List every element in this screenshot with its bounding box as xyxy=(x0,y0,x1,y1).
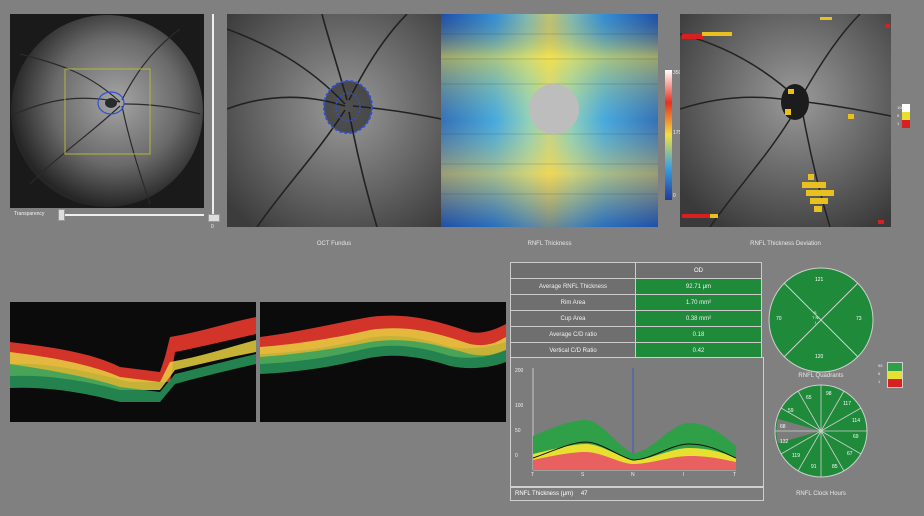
quadrant-chart: 121 70 73 120 S T N I xyxy=(766,265,876,375)
legend-label-95: 95 xyxy=(878,363,883,368)
profile-ytick: 200 xyxy=(515,368,524,374)
fundus-image-panel xyxy=(10,14,204,208)
quadrant-legend-labels: 95 5 1 xyxy=(878,362,882,386)
legend-label-5: 5 xyxy=(897,113,900,118)
transparency-slider-handle[interactable] xyxy=(58,209,65,221)
clock-hour-value: 98 xyxy=(826,391,832,397)
quadrant-legend xyxy=(887,362,903,388)
metric-value: 0.38 mm² xyxy=(635,310,762,327)
metric-label: Cup Area xyxy=(510,310,636,327)
caption-rnfl-thickness: RNFL Thickness xyxy=(527,241,572,247)
bscan-right-panel xyxy=(260,302,506,422)
quadrant-center-labels: S T N I xyxy=(812,310,818,325)
rnfl-thickness-map xyxy=(441,14,658,227)
legend-label-1: 1 xyxy=(878,379,881,384)
profile-xtick: S xyxy=(581,472,585,478)
profile-xtick: T xyxy=(733,472,737,478)
profile-footer: RNFL Thickness (μm) 47 xyxy=(510,487,764,501)
legend-label-5: 5 xyxy=(878,371,881,376)
clock-hour-value: 65 xyxy=(806,395,812,401)
colorbar-tick-bottom: 0 xyxy=(673,193,676,199)
legend-swatch-red xyxy=(888,379,902,387)
profile-xtick: N xyxy=(631,472,635,478)
clock-hour-value: 69 xyxy=(853,434,859,440)
quadrant-temporal-value: 70 xyxy=(776,316,782,322)
rnfl-deviation-image xyxy=(679,13,892,228)
clock-hour-value: 114 xyxy=(852,418,860,424)
metric-label: Average RNFL Thickness xyxy=(510,278,636,295)
profile-xtick: T xyxy=(531,472,535,478)
rnfl-metrics-table: OD Average RNFL Thickness 92.71 μm Rim A… xyxy=(510,262,762,359)
quadrant-inferior-value: 120 xyxy=(815,354,824,360)
bscan-right-image xyxy=(260,315,506,374)
vertical-slider-track[interactable] xyxy=(212,14,214,214)
vertical-slider-handle[interactable] xyxy=(208,214,220,222)
clock-hour-value: 91 xyxy=(811,464,817,470)
rnfl-profile-svg xyxy=(532,368,737,471)
quadrant-nasal-value: 73 xyxy=(856,316,862,322)
transparency-slider-track[interactable] xyxy=(60,214,204,216)
quadrant-superior-value: 121 xyxy=(815,277,824,283)
table-row: Average RNFL Thickness 92.71 μm xyxy=(510,278,762,295)
clock-hours-svg xyxy=(774,384,868,478)
metric-value: 1.70 mm² xyxy=(635,294,762,311)
clock-hour-value: 67 xyxy=(847,451,853,457)
caption-oct-fundus: OCT Fundus xyxy=(316,241,352,247)
table-row: Rim Area 1.70 mm² xyxy=(510,294,762,311)
rnfl-thickness-panel xyxy=(441,14,658,227)
oct-fundus-image xyxy=(226,13,442,228)
table-header-empty xyxy=(510,262,636,279)
oct-fundus-panel xyxy=(226,13,442,228)
caption-rnfl-deviation: RNFL Thickness Deviation xyxy=(750,241,821,247)
profile-footer-label: RNFL Thickness (μm) xyxy=(515,491,574,497)
profile-ytick: 0 xyxy=(515,453,518,459)
thickness-colorbar xyxy=(665,70,672,200)
vertical-slider-value: 0 xyxy=(211,224,214,230)
fundus-image xyxy=(10,14,204,208)
legend-swatch-yellow xyxy=(888,371,902,379)
profile-ytick: 50 xyxy=(515,428,521,434)
table-row: Average C/D ratio 0.18 xyxy=(510,326,762,343)
clock-hour-value: 68 xyxy=(780,424,786,430)
clock-hours-chart: 98 117 114 69 67 85 91 119 132 68 59 65 xyxy=(766,381,876,481)
profile-xtick: I xyxy=(683,472,685,478)
profile-ytick: 100 xyxy=(515,403,524,409)
clock-hour-value: 59 xyxy=(788,408,794,414)
metric-value: 0.18 xyxy=(635,326,762,343)
deviation-legend-labels: 100 5 1 xyxy=(897,104,904,128)
bscan-left-panel xyxy=(10,302,256,422)
legend-label-100: 100 xyxy=(897,105,904,110)
clock-hour-value: 85 xyxy=(832,464,838,470)
clock-hour-value: 117 xyxy=(843,401,851,407)
bscan-left-image xyxy=(10,317,256,402)
clock-hour-value: 119 xyxy=(792,453,800,459)
table-header-row: OD xyxy=(510,262,762,279)
transparency-label: Transparency xyxy=(14,211,45,217)
rnfl-profile-chart: 200 100 50 0 T S N I T xyxy=(510,357,764,487)
legend-label-1: 1 xyxy=(897,121,900,126)
legend-swatch-green xyxy=(888,363,902,371)
profile-footer-value: 47 xyxy=(580,491,588,497)
metric-label: Rim Area xyxy=(510,294,636,311)
caption-rnfl-quadrants: RNFL Quadrants xyxy=(798,373,844,379)
metric-label: Average C/D ratio xyxy=(510,326,636,343)
table-row: Cup Area 0.38 mm² xyxy=(510,310,762,327)
caption-rnfl-clock-hours: RNFL Clock Hours xyxy=(796,491,846,497)
clock-hour-value: 132 xyxy=(780,439,789,445)
table-header-eye: OD xyxy=(635,262,762,279)
metric-value: 92.71 μm xyxy=(635,278,762,295)
rnfl-deviation-panel xyxy=(679,13,892,228)
quadrant-center-i: I xyxy=(814,320,816,325)
